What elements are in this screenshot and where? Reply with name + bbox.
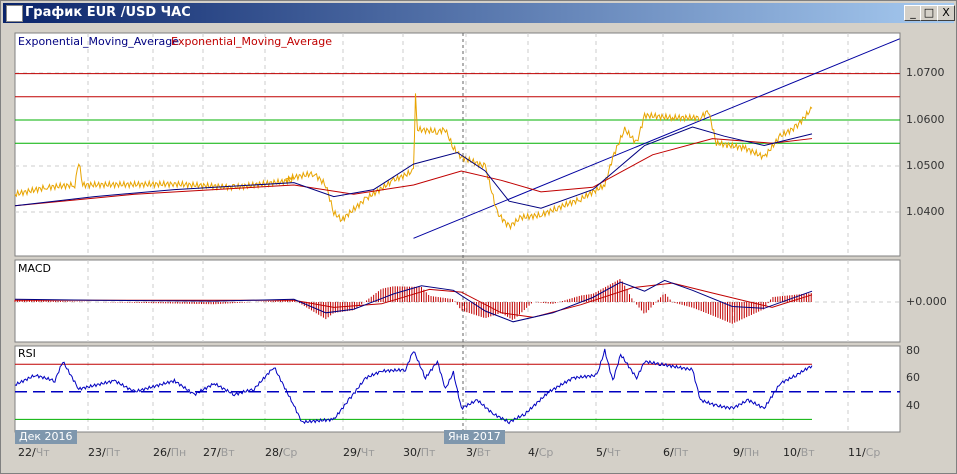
- date-day: 23/: [88, 446, 106, 459]
- date-weekday: Чт: [35, 446, 50, 459]
- rsi-tick: 60: [906, 371, 920, 384]
- date-day: 26/: [153, 446, 171, 459]
- date-day: 30/: [403, 446, 421, 459]
- date-label: 27/Вт: [203, 446, 235, 459]
- date-weekday: Чт: [360, 446, 375, 459]
- date-day: 5/: [596, 446, 607, 459]
- date-label: 26/Пн: [153, 446, 186, 459]
- date-day: 22/: [18, 446, 36, 459]
- date-weekday: Ср: [538, 446, 554, 459]
- date-label: 28/Ср: [265, 446, 297, 459]
- date-day: 3/: [466, 446, 477, 459]
- month-tag: Дек 2016: [15, 430, 77, 444]
- date-label: 6/Пт: [663, 446, 688, 459]
- date-weekday: Ср: [865, 446, 881, 459]
- date-label: 23/Пт: [88, 446, 120, 459]
- date-weekday: Пт: [673, 446, 689, 459]
- date-weekday: Вт: [220, 446, 235, 459]
- date-label: 9/Пн: [733, 446, 759, 459]
- date-label: 10/Вт: [783, 446, 815, 459]
- date-day: 10/: [783, 446, 801, 459]
- month-tag: Янв 2017: [444, 430, 505, 444]
- date-weekday: Пт: [105, 446, 121, 459]
- date-weekday: Вт: [476, 446, 491, 459]
- macd-tick: +0.000: [906, 295, 947, 308]
- date-label: 30/Пт: [403, 446, 435, 459]
- legend-ema-slow: Exponential_Moving_Average: [171, 35, 332, 48]
- price-tick: 1.0600: [906, 113, 945, 126]
- date-label: 4/Ср: [528, 446, 553, 459]
- date-day: 28/: [265, 446, 283, 459]
- date-label: 5/Чт: [596, 446, 621, 459]
- macd-label: MACD: [18, 262, 51, 275]
- date-day: 4/: [528, 446, 539, 459]
- price-tick: 1.0500: [906, 159, 945, 172]
- date-label: 22/Чт: [18, 446, 50, 459]
- rsi-tick: 80: [906, 344, 920, 357]
- date-label: 11/Ср: [848, 446, 880, 459]
- rsi-label: RSI: [18, 347, 36, 360]
- date-weekday: Пн: [743, 446, 760, 459]
- price-tick: 1.0400: [906, 205, 945, 218]
- price-tick: 1.0700: [906, 66, 945, 79]
- date-day: 29/: [343, 446, 361, 459]
- date-label: 3/Вт: [466, 446, 491, 459]
- date-weekday: Пт: [420, 446, 436, 459]
- date-weekday: Чт: [606, 446, 621, 459]
- date-day: 27/: [203, 446, 221, 459]
- date-weekday: Пн: [170, 446, 187, 459]
- date-label: 29/Чт: [343, 446, 375, 459]
- chart-canvas[interactable]: [0, 0, 957, 474]
- date-weekday: Вт: [800, 446, 815, 459]
- date-weekday: Ср: [282, 446, 298, 459]
- date-day: 9/: [733, 446, 744, 459]
- legend-ema-fast: Exponential_Moving_Average: [18, 35, 179, 48]
- date-day: 11/: [848, 446, 866, 459]
- rsi-tick: 40: [906, 399, 920, 412]
- date-day: 6/: [663, 446, 674, 459]
